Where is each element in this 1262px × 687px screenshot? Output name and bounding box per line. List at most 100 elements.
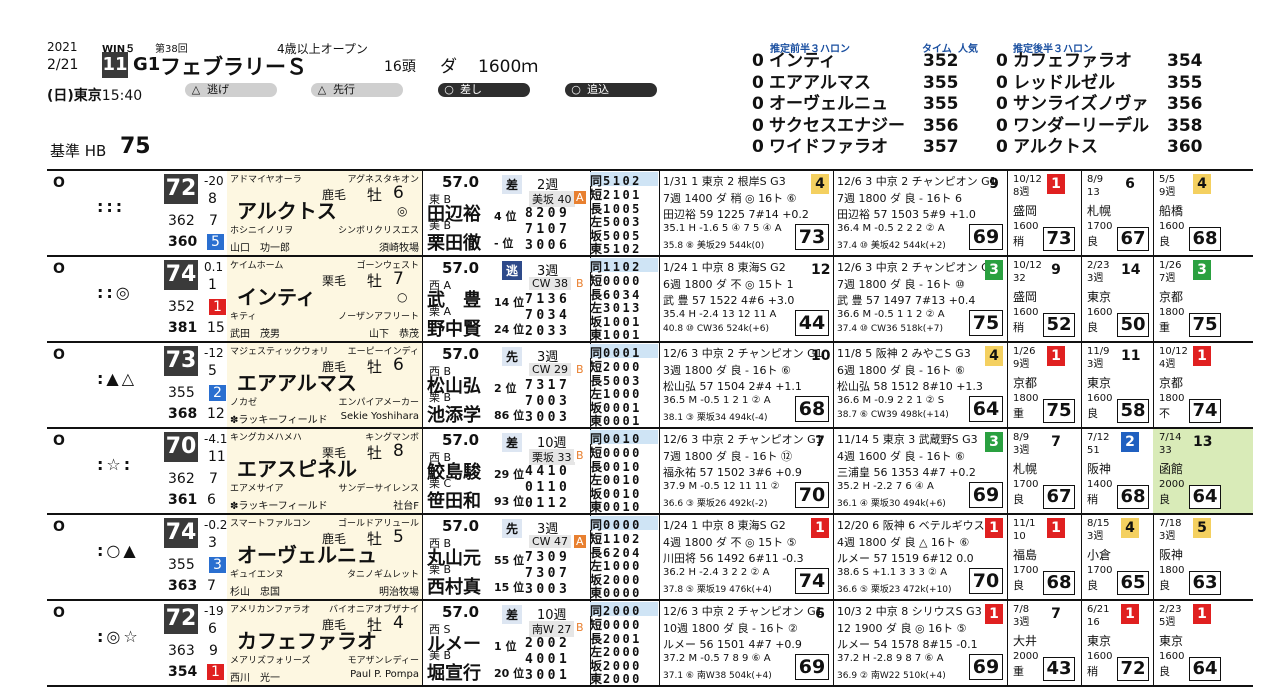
training-digits: 2002 [525, 636, 571, 651]
recent-race[interactable]: 8/9 13 札幌 1700 良 6 67 [1081, 171, 1153, 255]
horse-name[interactable]: アルクトス [237, 195, 337, 224]
recent-race-going: 稍 [1087, 493, 1098, 506]
horse-name[interactable]: エアアルマス [237, 367, 357, 396]
recent-race-index: 68 [1189, 227, 1221, 251]
past-race-result: 三浦皇 56 1353 4#7 +0.2 [837, 466, 976, 479]
prediction-marks: :▲△ [97, 369, 138, 388]
past-race[interactable]: 12/20 6 阪神 6 ベテルギウス L 4週 1800 ダ 良 △ 16ト ⑥… [833, 515, 1007, 599]
horse-name[interactable]: カフェファラオ [237, 625, 377, 654]
past-race[interactable]: 12/6 3 中京 2 チャンピオン G1 7週 1800 ダ 良 - 16ト ⑩… [833, 257, 1007, 341]
recent-race[interactable]: 11/9 3週 東京 1600 良 11 58 [1081, 343, 1153, 427]
horse-name[interactable]: エアスピネル [237, 453, 357, 482]
race-year: 2021 [47, 40, 78, 54]
recent-race[interactable]: 2/23 5週 東京 1600 良 1 64 [1153, 601, 1253, 685]
recent-race[interactable]: 7/8 3週 大井 2000 重 7 43 [1007, 601, 1079, 685]
recent-race[interactable]: 7/14 33 函館 2000 良 13 64 [1153, 429, 1253, 513]
hb-last-rank: 15 [207, 320, 225, 336]
recent-race-date: 1/26 [1159, 260, 1182, 271]
recent-race[interactable]: 1/26 9週 京都 1800 重 1 75 [1007, 343, 1079, 427]
recent-race-index: 58 [1117, 399, 1149, 423]
past-race[interactable]: 1/31 1 東京 2 根岸S G3 7週 1400 ダ 稍 ◎ 16ト ⑥ 田辺裕… [659, 171, 833, 255]
horse-row[interactable]: O::◎ 74 0.1 1 352 1 381 15 ケイムホーム ゴーンウェスト 栗毛牡 7 インティ… [47, 257, 1253, 343]
horse-row[interactable]: O:▲△ 73 -12 5 355 2 368 12 マジェスティックウォリ エーピーインディ 鹿毛… [47, 343, 1253, 429]
past-race[interactable]: 12/6 3 中京 2 チャンピオン G1 3週 1800 ダ 良 - 16ト ⑥… [659, 343, 833, 427]
recent-race-date: 10/12 [1159, 346, 1188, 357]
trainer-rank: 24 位 [494, 323, 525, 336]
hb-first-rank: 1 [209, 299, 226, 315]
past-race[interactable]: 12/6 3 中京 2 チャンピオン G1 10週 1800 ダ 良 - 16ト … [659, 601, 833, 685]
past-race[interactable]: 10/3 2 中京 8 シリウスS G3 12 1900 ダ 良 ◎ 16ト ⑤ ル… [833, 601, 1007, 685]
recent-race[interactable]: 7/18 3週 阪神 1800 良 5 63 [1153, 515, 1253, 599]
horse-row[interactable]: O:◎☆ 72 -19 6 363 9 354 1 アメリカンファラオ バイオニアオブザナイ 鹿毛牡… [47, 601, 1253, 687]
horse-name[interactable]: インティ [237, 281, 316, 310]
dam-sire: シンボリクリスエス [337, 226, 419, 236]
past-race-training: 36.1 ④ 栗坂30 494k(+6) [837, 499, 946, 509]
style-chip-oikomi: ○ 追込 [565, 83, 657, 97]
recent-race[interactable]: 10/12 32 盛岡 1600 稍 9 52 [1007, 257, 1079, 341]
horse-row[interactable]: O:☆: 70 -4.1 11 362 7 361 6 キングカメハメハ キングマンボ 栗毛牡 8 エア… [47, 429, 1253, 515]
past-race[interactable]: 1/24 1 中京 8 東海S G2 4週 1800 ダ 不 ◎ 15ト ⑤ 川田将… [659, 515, 833, 599]
recent-race[interactable]: 6/21 16 東京 1600 稍 1 72 [1081, 601, 1153, 685]
recent-race[interactable]: 7/12 51 阪神 1400 稍 2 68 [1081, 429, 1153, 513]
past-race-training: 35.8 ⑧ 美坂29 544k(0) [663, 241, 765, 251]
hb-first-rank: 2 [209, 385, 226, 401]
trainer-breeder: 山口 功一郎 [230, 243, 290, 254]
recent-race[interactable]: 11/1 10 福島 1700 良 1 68 [1007, 515, 1079, 599]
recent-race-place: 14 [1121, 262, 1141, 278]
row-mark[interactable]: O [53, 433, 65, 449]
row-mark[interactable]: O [53, 175, 65, 191]
trainer-name[interactable]: 野中賢 [427, 315, 481, 341]
past-race[interactable]: 12/6 3 中京 2 チャンピオン G1 7週 1800 ダ 良 - 16ト 6… [833, 171, 1007, 255]
past-race-splits: 36.2 H -2.4 3 2 2 ② A [663, 567, 770, 578]
training-course: 栗坂 33 [529, 449, 575, 465]
recent-race-place: 7 [1051, 434, 1061, 450]
past-race-result: ルメー 54 1578 8#15 -0.1 [837, 638, 978, 651]
recent-race-weeks: 3週 [1013, 445, 1030, 456]
row-mark[interactable]: O [53, 605, 65, 621]
horse-name[interactable]: オーヴェルニュ [237, 539, 377, 568]
past-race[interactable]: 12/6 3 中京 2 チャンピオン G1 7週 1800 ダ 良 - 16ト ⑫… [659, 429, 833, 513]
recent-race[interactable]: 10/12 4週 京都 1800 不 1 74 [1153, 343, 1253, 427]
recent-race-place: 1 [1047, 174, 1065, 194]
row-mark[interactable]: O [53, 347, 65, 363]
trainer-name[interactable]: 笹田和 [427, 487, 481, 513]
hb-first: 363 [168, 643, 195, 659]
past-race-title: 1/31 1 東京 2 根岸S G3 [663, 175, 786, 188]
recent-race-place: 3 [1193, 260, 1211, 280]
horse-row[interactable]: O::: 72 -20 8 362 7 360 5 アドマイヤオーラ アグネスタキオン 鹿毛牡 6 アル… [47, 171, 1253, 257]
recent-race[interactable]: 5/5 9週 船橋 1600 良 4 68 [1153, 171, 1253, 255]
past-race-place: 3 [985, 432, 1003, 452]
recent-race[interactable]: 1/26 7週 京都 1800 重 3 75 [1153, 257, 1253, 341]
trainer-name[interactable]: 堀宣行 [427, 659, 481, 685]
past-race[interactable]: 11/8 5 阪神 2 みやこS G3 6週 1800 ダ 良 - 16ト ⑥ 松山… [833, 343, 1007, 427]
recent-race-going: 重 [1013, 407, 1024, 420]
past-race-index: 64 [969, 396, 1003, 422]
training-digits: 4001 [525, 652, 571, 667]
stat-line: 東0001 [590, 412, 658, 428]
row-mark[interactable]: O [53, 519, 65, 535]
past-race-info: 4週 1600 ダ 良 - 16ト ⑥ [837, 450, 965, 463]
stat-line: 左3013 [590, 299, 658, 315]
recent-race[interactable]: 8/15 3週 小倉 1700 良 4 65 [1081, 515, 1153, 599]
recent-race-place: 1 [1193, 346, 1211, 366]
past-race-place: 9 [989, 176, 999, 192]
stat-line: 同0001 [590, 344, 658, 360]
horse-row[interactable]: O:○▲ 74 -0.2 3 355 3 363 7 スマートファルコン ゴールドアリュール 鹿毛牡… [47, 515, 1253, 601]
past-race-title: 12/6 3 中京 2 チャンピオン G1 [663, 347, 823, 360]
row-mark[interactable]: O [53, 261, 65, 277]
run-style: 差 [502, 433, 523, 452]
recent-race[interactable]: 10/12 8週 盛岡 1600 稍 1 73 [1007, 171, 1079, 255]
trainer-name[interactable]: 池添学 [427, 401, 481, 427]
past-race-place: 7 [815, 434, 825, 450]
owner: 須崎牧場 [379, 243, 419, 254]
recent-race[interactable]: 8/9 3週 札幌 1700 良 7 67 [1007, 429, 1079, 513]
pre3f-col-pop: 人気 [958, 44, 978, 55]
trainer-name[interactable]: 西村真 [427, 573, 481, 599]
past-race-splits: 37.2 H -2.8 9 8 7 ⑥ A [837, 653, 944, 664]
recent-race[interactable]: 2/23 3週 東京 1600 良 14 50 [1081, 257, 1153, 341]
past-race[interactable]: 11/14 5 東京 3 武蔵野S G3 4週 1600 ダ 良 - 16ト ⑥ 三… [833, 429, 1007, 513]
past-race[interactable]: 1/24 1 中京 8 東海S G2 6週 1800 ダ 不 ◎ 15ト 1 武 豊… [659, 257, 833, 341]
recent-race-index: 68 [1117, 485, 1149, 509]
trainer-name[interactable]: 栗田徹 [427, 229, 481, 255]
training-digits: 7034 [525, 308, 571, 323]
